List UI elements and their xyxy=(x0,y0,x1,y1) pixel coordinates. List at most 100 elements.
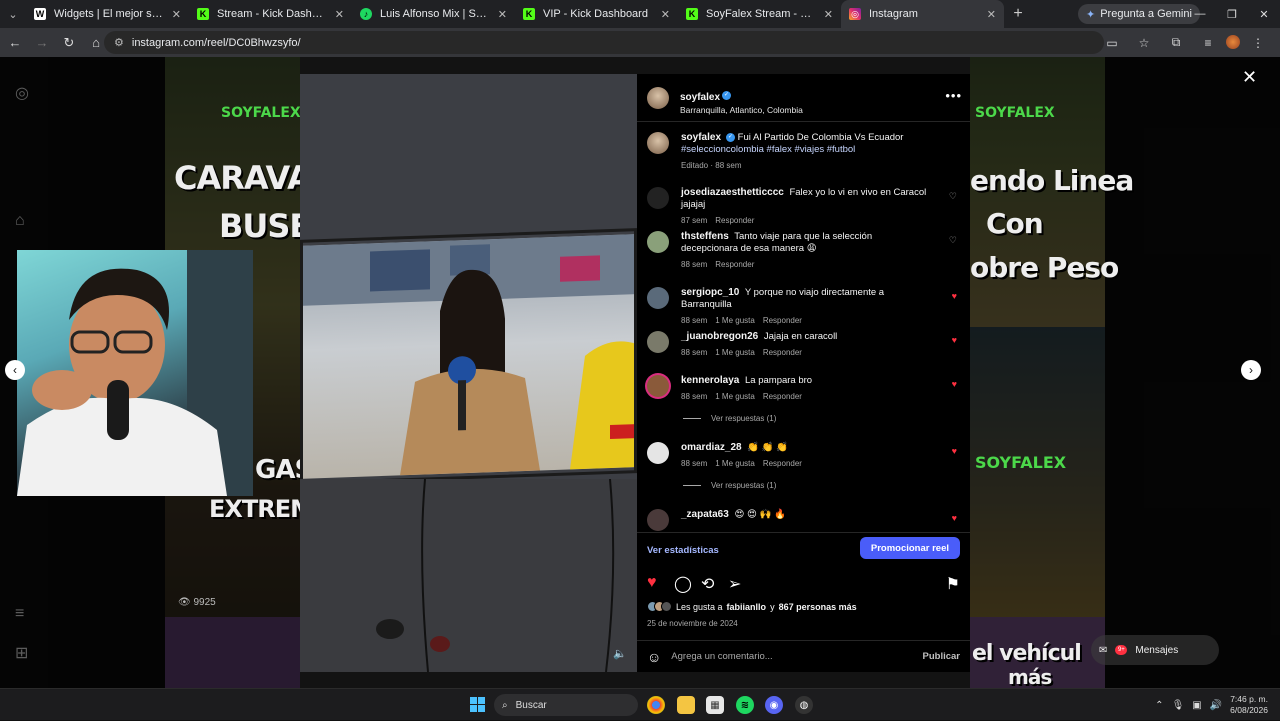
liked-comment-heart-icon[interactable]: ♥ xyxy=(952,291,957,301)
spotify-taskbar-icon[interactable]: ≋ xyxy=(736,696,754,714)
comment-username[interactable]: omardiaz_28 xyxy=(681,442,742,453)
save-bookmark-icon[interactable]: ⚑ xyxy=(946,574,960,594)
taskbar-search[interactable]: ⌕ Buscar xyxy=(494,694,638,716)
reply-link[interactable]: Responder xyxy=(763,348,802,357)
back-arrow-icon[interactable]: ← xyxy=(3,31,27,55)
view-replies-link[interactable]: Ver respuestas (1) xyxy=(683,414,776,423)
tab-instagram[interactable]: ◎ Instagram ✕ xyxy=(841,0,1004,28)
windows-start-icon[interactable] xyxy=(470,697,485,712)
likes-user[interactable]: fabiianllo xyxy=(727,602,767,612)
comment-username[interactable]: _zapata63 xyxy=(681,509,729,520)
obs-taskbar-icon[interactable]: ◍ xyxy=(795,696,813,714)
tab-close-icon[interactable]: ✕ xyxy=(824,8,833,21)
liked-comment-heart-icon[interactable]: ♥ xyxy=(952,446,957,456)
author-location[interactable]: Barranquilla, Atlantico, Colombia xyxy=(680,105,803,115)
previous-reel-arrow-icon[interactable]: ‹ xyxy=(5,360,25,380)
emoji-picker-icon[interactable]: ☺ xyxy=(647,649,661,665)
liked-comment-heart-icon[interactable]: ♥ xyxy=(952,513,957,523)
comment-username[interactable]: kennerolaya xyxy=(681,375,739,386)
window-close-icon[interactable]: ✕ xyxy=(1248,0,1280,28)
view-replies-link[interactable]: Ver respuestas (1) xyxy=(683,481,776,490)
comment-avatar[interactable] xyxy=(647,187,669,209)
more-options-icon[interactable]: ••• xyxy=(945,88,962,103)
comment-bubble-icon[interactable]: ◯ xyxy=(674,574,692,594)
tab-close-icon[interactable]: ✕ xyxy=(335,8,344,21)
file-explorer-icon[interactable] xyxy=(677,696,695,714)
comment-avatar[interactable] xyxy=(647,375,669,397)
reply-link[interactable]: Responder xyxy=(715,260,754,269)
caption-username[interactable]: soyfalex xyxy=(681,132,721,143)
tab-close-icon[interactable]: ✕ xyxy=(172,8,181,21)
comment-avatar[interactable] xyxy=(647,287,669,309)
publish-button[interactable]: Publicar xyxy=(923,651,961,662)
clock[interactable]: 7:46 p. m. 6/08/2026 xyxy=(1230,694,1268,716)
discord-taskbar-icon[interactable]: ◉ xyxy=(765,696,783,714)
view-insights-link[interactable]: Ver estadísticas xyxy=(647,545,719,556)
tray-overflow-icon[interactable]: ⌃ xyxy=(1155,700,1163,711)
comment-like-count[interactable]: 1 Me gusta xyxy=(715,459,755,468)
likes-count[interactable]: 867 personas más xyxy=(779,602,857,612)
tab-widgets[interactable]: W Widgets | El mejor software para ✕ xyxy=(26,0,189,28)
tab-spotify[interactable]: ♪ Luis Alfonso Mix | Spotify Playlist ✕ xyxy=(352,0,515,28)
tab-search-icon[interactable]: ⌄ xyxy=(0,0,26,28)
reply-link[interactable]: Responder xyxy=(763,316,802,325)
site-info-icon[interactable]: ⚙ xyxy=(114,36,124,49)
bookmark-star-icon[interactable]: ☆ xyxy=(1130,31,1158,54)
tab-kick-vip[interactable]: K VIP - Kick Dashboard ✕ xyxy=(515,0,678,28)
comment-avatar[interactable] xyxy=(647,331,669,353)
volume-icon[interactable]: 🔊 xyxy=(1210,700,1222,711)
extensions-icon[interactable]: ⧉ xyxy=(1162,31,1190,54)
comment-input[interactable]: Agrega un comentario... xyxy=(671,651,922,662)
liked-comment-heart-icon[interactable]: ♥ xyxy=(952,379,957,389)
like-comment-icon[interactable]: ♡ xyxy=(949,235,957,246)
liked-comment-heart-icon[interactable]: ♥ xyxy=(952,335,957,345)
author-avatar[interactable] xyxy=(647,132,669,154)
minimize-icon[interactable]: — xyxy=(1184,0,1216,28)
tab-close-icon[interactable]: ✕ xyxy=(498,8,507,21)
tab-close-icon[interactable]: ✕ xyxy=(661,8,670,21)
comment-username[interactable]: thsteffens xyxy=(681,231,729,242)
tab-soyfalex-stream[interactable]: K SoyFalex Stream - Watch Live o ✕ xyxy=(678,0,841,28)
store-icon[interactable]: ▦ xyxy=(706,696,724,714)
gemini-button[interactable]: ✦ Pregunta a Gemini xyxy=(1078,4,1200,24)
reply-link[interactable]: Responder xyxy=(763,459,802,468)
author-username[interactable]: soyfalex xyxy=(680,92,720,103)
comment-username[interactable]: josediazaesthetticccc xyxy=(681,187,784,198)
author-avatar[interactable] xyxy=(647,87,669,109)
caption-hashtags[interactable]: #seleccioncolombia #falex #viajes #futbo… xyxy=(681,144,931,156)
profile-avatar-icon[interactable] xyxy=(1226,35,1240,49)
messages-button[interactable]: ✉ 9+ Mensajes xyxy=(1091,635,1219,665)
close-modal-icon[interactable]: ✕ xyxy=(1242,67,1257,88)
tab-close-icon[interactable]: ✕ xyxy=(987,8,996,21)
next-reel-arrow-icon[interactable]: › xyxy=(1241,360,1261,380)
comment-username[interactable]: sergiopc_10 xyxy=(681,287,739,298)
address-bar[interactable]: ⚙ instagram.com/reel/DC0Bhwzsyfo/ xyxy=(104,31,1104,54)
microphone-icon[interactable]: 🎙 xyxy=(1172,700,1185,711)
tab-kick-dashboard[interactable]: K Stream - Kick Dashboard ✕ xyxy=(189,0,352,28)
chrome-taskbar-icon[interactable] xyxy=(647,696,665,714)
reload-icon[interactable]: ↻ xyxy=(57,31,81,55)
reading-list-icon[interactable]: ≡ xyxy=(1194,31,1222,54)
reply-link[interactable]: Responder xyxy=(763,392,802,401)
promote-reel-button[interactable]: Promocionar reel xyxy=(859,537,960,559)
new-tab-button[interactable]: + xyxy=(1004,5,1032,23)
share-send-icon[interactable]: ➢ xyxy=(728,574,741,594)
comments-list[interactable]: soyfalex ✓ Fui Al Partido De Colombia Vs … xyxy=(637,122,970,532)
forward-arrow-icon[interactable]: → xyxy=(30,31,54,55)
repost-icon[interactable]: ⟲ xyxy=(701,574,714,594)
like-comment-icon[interactable]: ♡ xyxy=(949,191,957,202)
likes-summary[interactable]: Les gusta a fabiianllo y 867 personas má… xyxy=(647,601,857,612)
comment-avatar[interactable] xyxy=(647,231,669,253)
comment-username[interactable]: _juanobregon26 xyxy=(681,331,758,342)
comment-avatar[interactable] xyxy=(647,509,669,531)
like-heart-icon[interactable]: ♥ xyxy=(647,574,657,592)
comment-like-count[interactable]: 1 Me gusta xyxy=(715,348,755,357)
comment-like-count[interactable]: 1 Me gusta xyxy=(715,316,755,325)
reel-video[interactable]: 🔈 xyxy=(300,74,637,672)
restore-icon[interactable]: ❐ xyxy=(1216,0,1248,28)
comment-avatar[interactable] xyxy=(647,442,669,464)
reply-link[interactable]: Responder xyxy=(715,216,754,225)
comment-like-count[interactable]: 1 Me gusta xyxy=(715,392,755,401)
chrome-menu-icon[interactable]: ⋮ xyxy=(1244,31,1272,54)
cast-icon[interactable]: ▭ xyxy=(1098,31,1126,54)
